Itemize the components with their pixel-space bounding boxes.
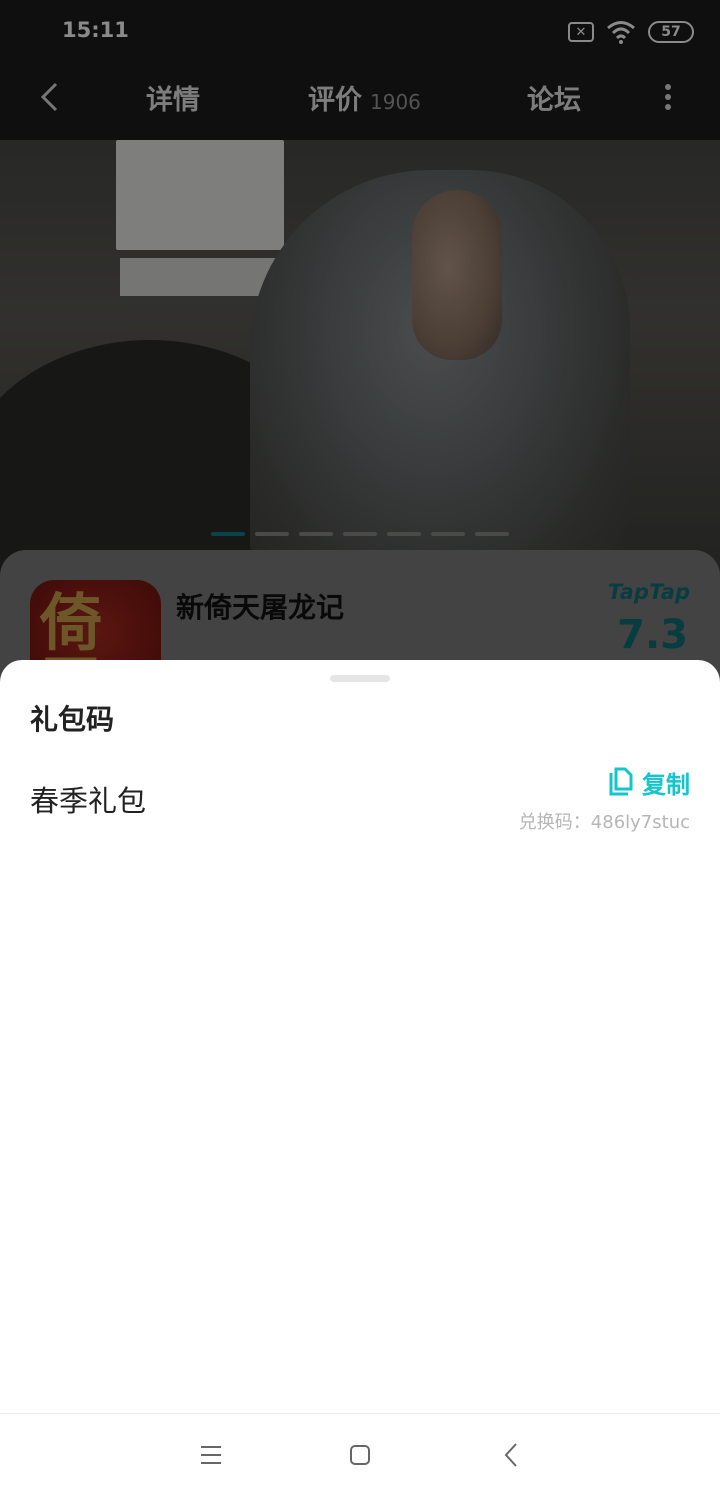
copy-label: 复制 <box>642 770 690 799</box>
redeem-code-label: 兑换码： <box>518 812 591 833</box>
back-icon[interactable] <box>503 1442 519 1468</box>
gift-name: 春季礼包 <box>30 784 147 818</box>
sheet-title: 礼包码 <box>30 703 115 736</box>
copy-icon <box>609 767 633 796</box>
home-icon[interactable] <box>349 1444 371 1466</box>
redeem-code-value: 486ly7stuc <box>590 812 690 833</box>
gift-code-sheet: 礼包码 春季礼包 复制 兑换码：486ly7stuc <box>0 660 720 1413</box>
copy-button[interactable]: 复制 <box>608 764 690 800</box>
system-nav-bar <box>0 1413 720 1499</box>
redeem-code: 兑换码：486ly7stuc <box>519 808 690 834</box>
menu-icon[interactable] <box>200 1444 222 1466</box>
sheet-drag-handle[interactable] <box>330 675 390 682</box>
